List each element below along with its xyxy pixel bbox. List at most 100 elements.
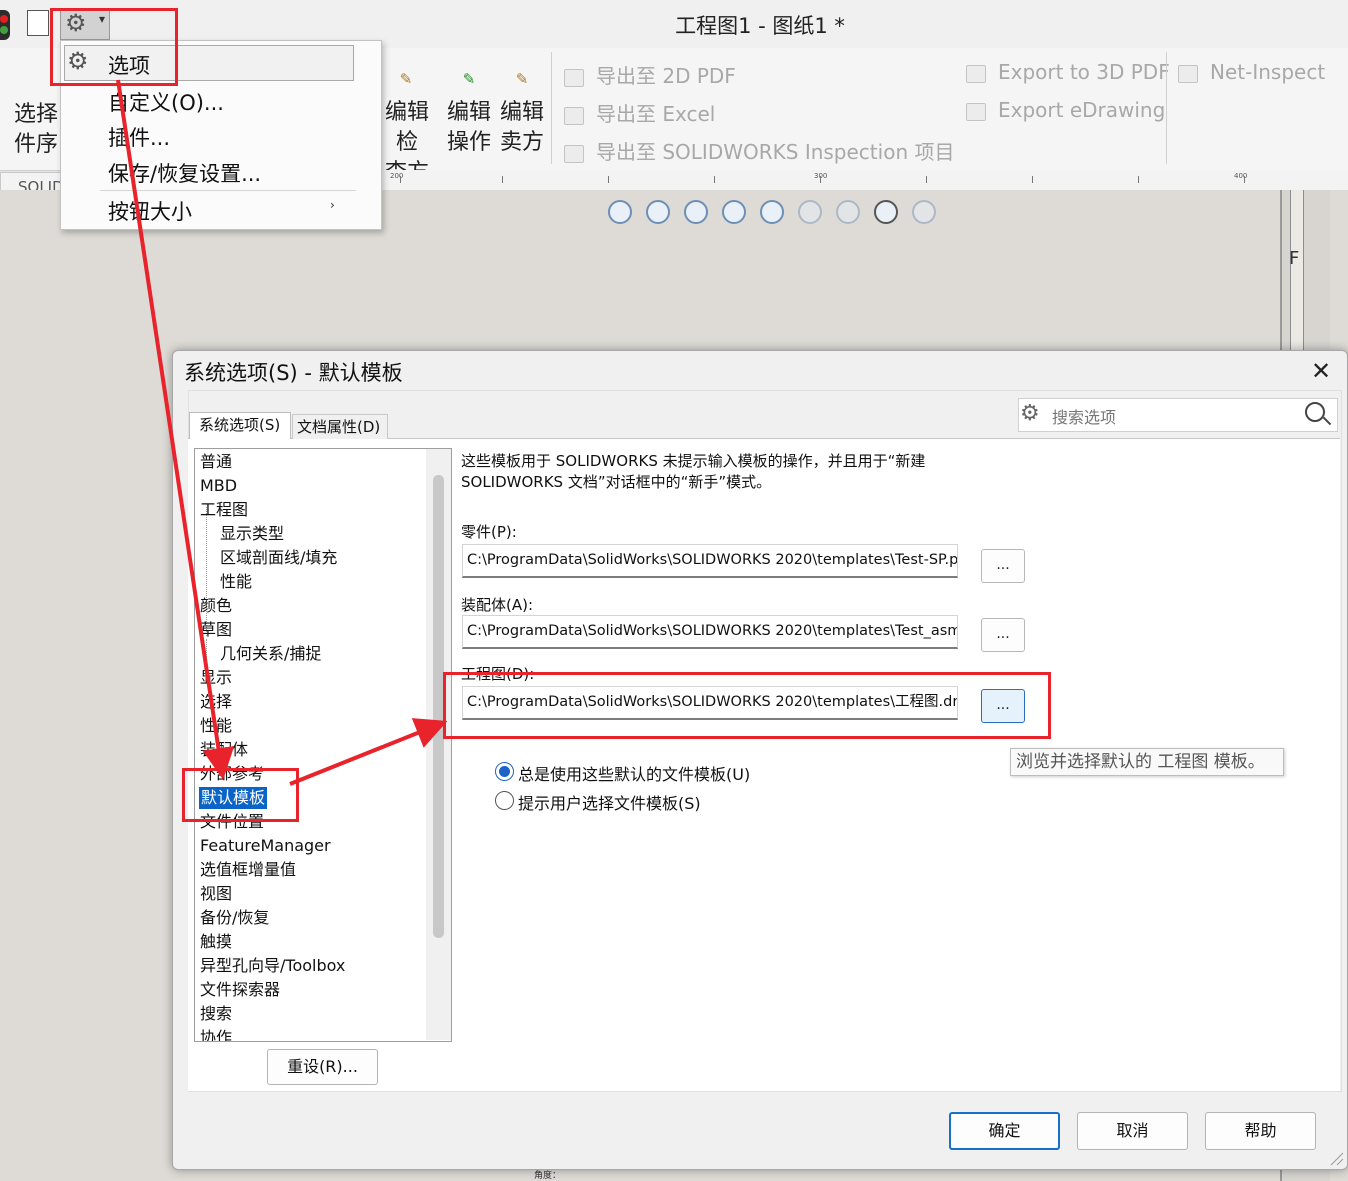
operation-edit-icon: ✎ [462,70,476,88]
tree-item[interactable]: 性能 [200,715,232,737]
resize-grip-icon[interactable] [1328,1150,1344,1166]
tree-item[interactable]: 触摸 [200,931,232,953]
prompt-user-template-radio[interactable] [495,791,514,810]
apply-scene-icon[interactable] [912,200,936,224]
tree-item[interactable]: 协作 [200,1027,232,1041]
pdf-export-icon [564,68,584,87]
feature-tree-icon[interactable] [27,10,49,36]
tree-item[interactable]: 文件探索器 [200,979,280,1001]
tab-document-properties-label: 文档属性(D) [297,418,381,436]
export-edrawing-button[interactable]: Export eDrawing [966,98,1165,122]
tree-item[interactable]: 备份/恢复 [200,907,269,929]
window-title: 工程图1 - 图纸1 * [675,14,845,38]
menu-item-save-restore-settings[interactable]: 保存/恢复设置... [108,158,261,188]
edit-vendor-button[interactable]: 编辑 卖方 [497,98,547,158]
edit-operation-line2: 操作 [446,130,491,155]
assembly-template-browse-button[interactable]: ... [981,618,1025,652]
tree-item[interactable]: 选择 [200,691,232,713]
ribbon-divider [1166,52,1167,164]
inspection-edit-icon: ✎ [399,70,413,88]
zoom-to-fit-icon[interactable] [608,200,632,224]
export-excel-label: 导出至 Excel [596,102,716,126]
annotation-box-default-templates [182,768,299,822]
browse-tooltip: 浏览并选择默认的 工程图 模板。 [1010,748,1284,776]
menu-item-button-size[interactable]: 按钮大小 [108,196,192,226]
tree-item[interactable]: 颜色 [200,595,232,617]
assembly-template-input[interactable]: C:\ProgramData\SolidWorks\SOLIDWORKS 202… [462,615,958,649]
export-2d-pdf-button[interactable]: 导出至 2D PDF [564,60,736,89]
ok-button[interactable]: 确定 [949,1112,1060,1150]
export-edrawing-label: Export eDrawing [998,98,1166,122]
rebuild-red-light-icon [0,15,8,23]
drawing-sheet-zone-strip [1290,190,1304,351]
part-template-label: 零件(P): [461,523,517,541]
always-use-default-templates-label[interactable]: 总是使用这些默认的文件模板(U) [518,761,750,785]
tree-item[interactable]: 搜索 [200,1003,232,1025]
ruler-label: 200 [390,172,404,180]
menu-item-customize[interactable]: 自定义(O)... [108,87,224,117]
export-excel-button[interactable]: 导出至 Excel [564,98,715,127]
zoom-to-area-icon[interactable] [646,200,670,224]
net-inspect-button[interactable]: Net-Inspect [1178,60,1325,84]
search-placeholder: 搜索选项 [1052,408,1117,427]
export-inspection-label: 导出至 SOLIDWORKS Inspection 项目 [596,140,955,164]
part-template-input[interactable]: C:\ProgramData\SolidWorks\SOLIDWORKS 202… [462,544,958,578]
annotation-box-options-menu [50,8,178,86]
search-icon[interactable] [1305,402,1325,422]
tab-system-options-label: 系统选项(S) [199,416,281,434]
menu-separator [100,190,356,191]
previous-view-icon[interactable] [798,200,822,224]
tree-item[interactable]: 选值框增量值 [200,859,296,881]
export-inspection-project-button[interactable]: 导出至 SOLIDWORKS Inspection 项目 [564,136,954,165]
tree-item[interactable]: 性能 [220,571,252,593]
tree-item[interactable]: 区域剖面线/填充 [220,547,337,569]
part-template-browse-button[interactable]: ... [981,549,1025,583]
tree-item[interactable]: 显示类型 [220,523,284,545]
tree-item[interactable]: FeatureManager [200,835,331,857]
rotate-icon[interactable] [760,200,784,224]
reset-button[interactable]: 重设(R)... [267,1049,378,1085]
edit-vendor-line1: 编辑 [499,100,544,125]
tree-item[interactable]: 草图 [200,619,232,641]
pdf3d-export-icon [966,64,986,83]
template-description-line1: 这些模板用于 SOLIDWORKS 未提示输入模板的操作，并且用于“新建 [461,452,926,470]
chevron-right-icon: › [330,198,335,212]
options-tree[interactable]: 普通 MBD 工程图 显示类型 区域剖面线/填充 性能 颜色 草图 几何关系/捕… [194,448,452,1042]
net-inspect-icon [1178,64,1198,83]
always-use-default-templates-radio[interactable] [495,762,514,781]
pan-icon[interactable] [722,200,746,224]
inspection-export-icon [564,144,584,163]
ribbon-divider [551,52,552,164]
sheet-ruler: 200 300 400 [380,170,1348,191]
heads-up-view-toolbar [608,200,950,230]
menu-item-addins[interactable]: 插件... [108,122,170,152]
tree-item[interactable]: 异型孔向导/Toolbox [200,955,345,977]
close-icon[interactable]: ✕ [1304,356,1338,386]
ribbon-sequence-label[interactable]: 件序 [14,130,58,160]
ribbon-select-label[interactable]: 选择 [14,100,58,130]
prompt-user-template-label[interactable]: 提示用户选择文件模板(S) [518,790,701,814]
edit-operation-button[interactable]: 编辑 操作 [444,98,494,158]
edit-operation-line1: 编辑 [446,100,491,125]
gear-icon: ⚙ [1020,401,1040,426]
help-button[interactable]: 帮助 [1205,1112,1316,1150]
tree-item[interactable]: 工程图 [200,499,248,521]
tree-item[interactable]: 几何关系/捕捉 [220,643,321,665]
vendor-edit-icon: ✎ [515,70,529,88]
tree-item[interactable]: 视图 [200,883,232,905]
display-style-icon[interactable] [836,200,860,224]
assembly-template-label: 装配体(A): [461,596,534,614]
zoom-in-out-icon[interactable] [684,200,708,224]
cancel-button[interactable]: 取消 [1077,1112,1188,1150]
export-3d-pdf-label: Export to 3D PDF [998,60,1170,84]
sheet-zone-label: F [1289,248,1300,269]
hide-show-icon[interactable] [874,200,898,224]
edit-vendor-line2: 卖方 [499,130,544,155]
edit-inspection-line1: 编辑检 [384,100,429,155]
tree-item[interactable]: 装配体 [200,739,248,761]
edrawing-export-icon [966,102,986,121]
tree-item[interactable]: MBD [200,475,237,497]
tree-item[interactable]: 显示 [200,667,232,689]
tree-item[interactable]: 普通 [200,451,232,473]
export-3d-pdf-button[interactable]: Export to 3D PDF [966,60,1170,84]
